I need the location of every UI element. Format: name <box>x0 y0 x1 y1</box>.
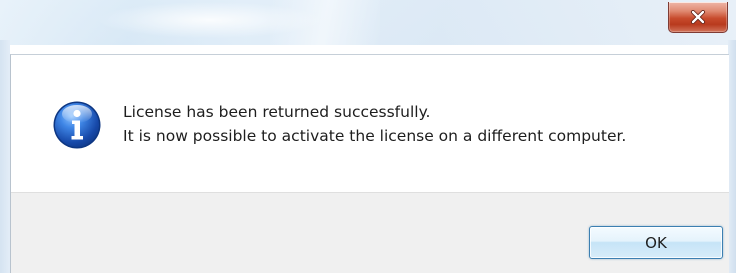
message-line-1: License has been returned successfully. <box>123 103 431 121</box>
dialog-client-area: License has been returned successfully. … <box>10 54 729 273</box>
ok-button[interactable]: OK <box>589 226 723 259</box>
window-frame-right <box>728 40 736 273</box>
message-dialog: License has been returned successfully. … <box>0 0 736 273</box>
title-bar-sheen <box>270 0 380 45</box>
close-x-icon <box>690 10 706 24</box>
information-icon <box>52 100 102 150</box>
button-strip: OK <box>11 192 729 273</box>
message-text: License has been returned successfully. … <box>123 100 626 148</box>
message-line-2: It is now possible to activate the licen… <box>123 127 627 145</box>
title-bar[interactable] <box>0 0 736 45</box>
close-button[interactable] <box>668 2 728 33</box>
window-frame-left <box>0 40 10 273</box>
message-area: License has been returned successfully. … <box>11 55 729 192</box>
